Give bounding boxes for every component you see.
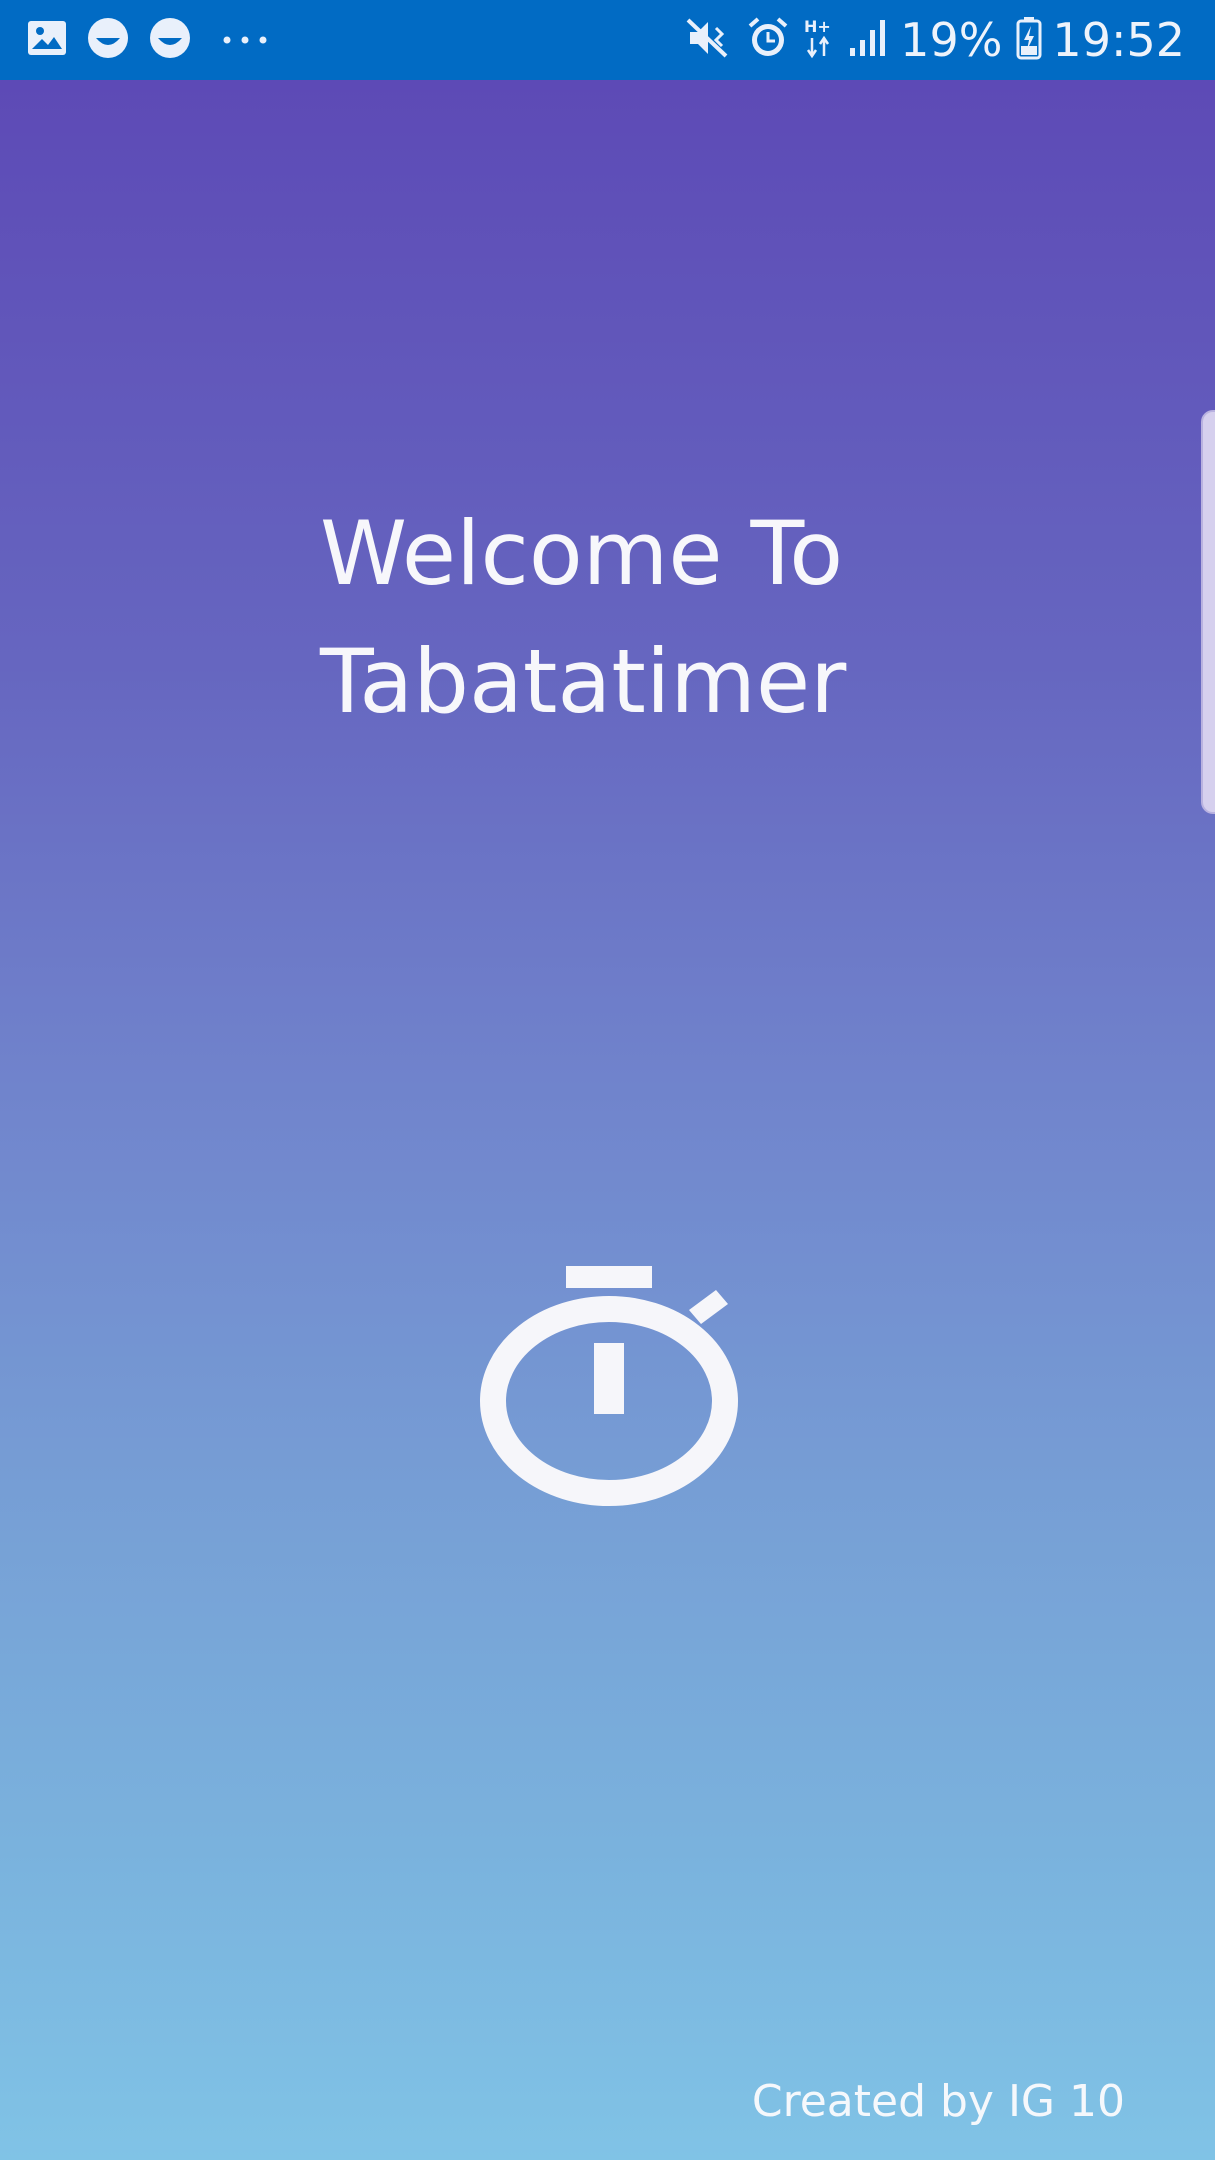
splash-screen: Welcome To Tabatatimer Created by IG 10	[0, 80, 1215, 2160]
status-right-icons: H+ 19% 19:52	[672, 12, 1185, 68]
svg-text:H+: H+	[804, 17, 831, 36]
edge-panel-handle[interactable]	[1201, 410, 1215, 814]
gallery-icon	[26, 17, 68, 63]
status-left-icons	[26, 14, 286, 66]
status-bar: H+ 19% 19:52	[0, 0, 1215, 80]
welcome-title: Welcome To Tabatatimer	[320, 490, 1040, 746]
smile-icon	[148, 16, 192, 64]
creator-credit: Created by IG 10	[751, 2076, 1125, 2127]
battery-charging-icon	[1016, 16, 1042, 64]
welcome-line-1: Welcome To	[320, 502, 844, 605]
welcome-line-2: Tabatatimer	[320, 630, 847, 733]
hplus-data-icon: H+	[804, 16, 834, 64]
more-dots-icon	[222, 31, 268, 50]
status-time: 19:52	[1052, 13, 1185, 67]
smile-icon	[86, 16, 130, 64]
mute-vibrate-icon	[686, 16, 732, 64]
alarm-icon	[746, 16, 790, 64]
battery-percent: 19%	[900, 13, 1003, 67]
app-screen: H+ 19% 19:52 Welcome To Tabatatimer Crea…	[0, 0, 1215, 2160]
stopwatch-icon	[474, 1260, 744, 1510]
signal-icon	[848, 18, 890, 62]
